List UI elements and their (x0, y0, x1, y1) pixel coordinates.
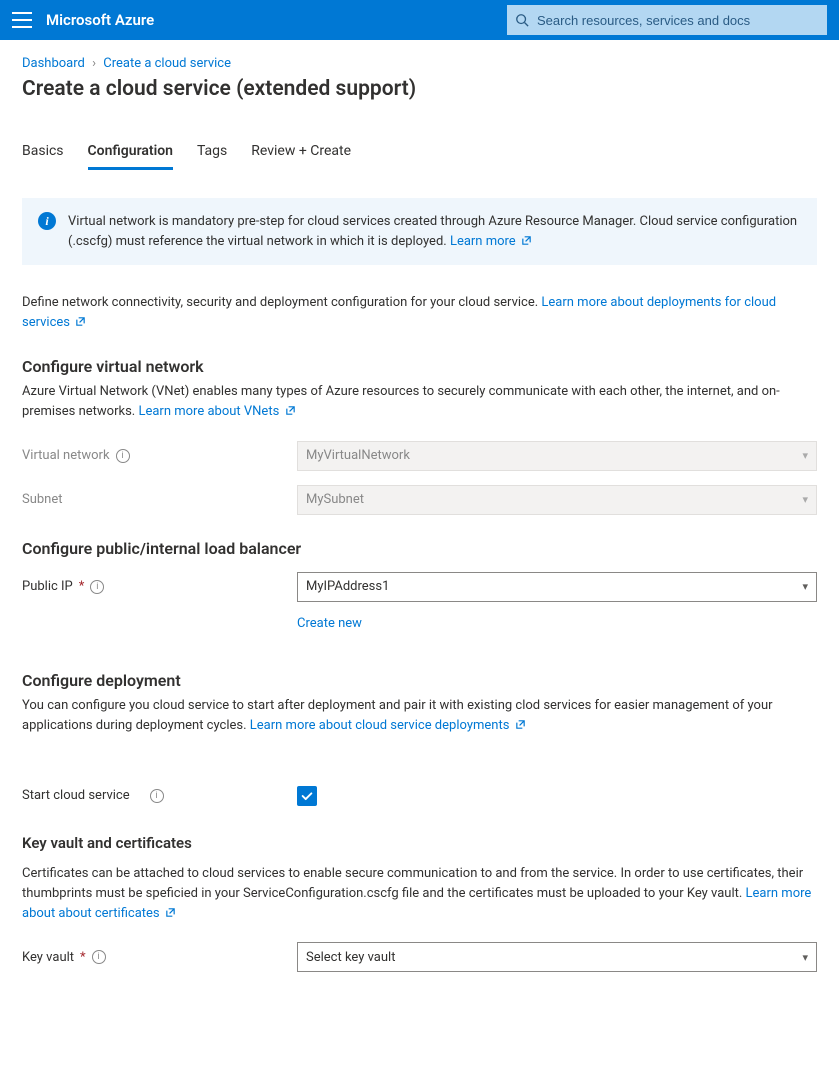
tab-review-create[interactable]: Review + Create (251, 139, 351, 170)
row-subnet: Subnet MySubnet ▾ (22, 485, 817, 515)
label-virtual-network: Virtual network i (22, 448, 297, 463)
label-subnet: Subnet (22, 492, 297, 507)
vnet-desc: Azure Virtual Network (VNet) enables man… (22, 382, 817, 422)
chevron-down-icon: ▾ (802, 449, 808, 462)
select-public-ip-value: MyIPAddress1 (306, 579, 389, 594)
required-asterisk: * (79, 579, 85, 594)
info-text: Virtual network is mandatory pre-step fo… (68, 212, 801, 251)
select-public-ip[interactable]: MyIPAddress1 ▾ (297, 572, 817, 602)
chevron-down-icon: ▾ (802, 580, 808, 593)
select-key-vault[interactable]: Select key vault ▾ (297, 942, 817, 972)
select-subnet-value: MySubnet (306, 492, 364, 507)
chevron-right-icon: › (92, 56, 96, 71)
tab-tags[interactable]: Tags (197, 139, 227, 170)
brand-label: Microsoft Azure (46, 11, 154, 29)
heading-load-balancer: Configure public/internal load balancer (22, 539, 817, 558)
search-icon (515, 13, 529, 27)
external-link-icon (75, 316, 86, 327)
deploy-desc: You can configure you cloud service to s… (22, 696, 817, 736)
intro-text: Define network connectivity, security an… (22, 293, 817, 333)
row-virtual-network: Virtual network i MyVirtualNetwork ▾ (22, 441, 817, 471)
external-link-icon (285, 405, 296, 416)
deploy-learn-more-link[interactable]: Learn more about cloud service deploymen… (250, 718, 526, 733)
label-public-ip: Public IP * i (22, 579, 297, 594)
hamburger-icon[interactable] (12, 12, 32, 28)
heading-configure-vnet: Configure virtual network (22, 357, 817, 376)
create-new-ip-link[interactable]: Create new (297, 616, 362, 631)
page-title: Create a cloud service (extended support… (22, 77, 817, 101)
breadcrumb: Dashboard › Create a cloud service (22, 56, 817, 71)
info-circle-icon[interactable]: i (90, 580, 104, 594)
external-link-icon (165, 907, 176, 918)
vnet-learn-more-link[interactable]: Learn more about VNets (138, 404, 295, 419)
row-key-vault: Key vault * i Select key vault ▾ (22, 942, 817, 972)
global-search[interactable] (507, 5, 827, 35)
info-icon: i (38, 212, 56, 230)
kv-desc: Certificates can be attached to cloud se… (22, 864, 817, 924)
top-bar: Microsoft Azure (0, 0, 839, 40)
info-circle-icon[interactable]: i (116, 449, 130, 463)
chevron-down-icon: ▾ (802, 493, 808, 506)
heading-key-vault: Key vault and certificates (22, 834, 817, 852)
breadcrumb-root[interactable]: Dashboard (22, 56, 85, 71)
label-start-service: Start cloud service i (22, 788, 297, 803)
check-icon (300, 789, 314, 803)
external-link-icon (521, 235, 532, 246)
info-learn-more-link[interactable]: Learn more (450, 234, 532, 249)
select-virtual-network: MyVirtualNetwork ▾ (297, 441, 817, 471)
chevron-down-icon: ▾ (802, 951, 808, 964)
tab-basics[interactable]: Basics (22, 139, 64, 170)
label-key-vault: Key vault * i (22, 950, 297, 965)
select-subnet: MySubnet ▾ (297, 485, 817, 515)
info-circle-icon[interactable]: i (150, 789, 164, 803)
row-public-ip: Public IP * i MyIPAddress1 ▾ (22, 572, 817, 602)
heading-deployment: Configure deployment (22, 671, 817, 690)
row-start-service: Start cloud service i (22, 786, 817, 806)
tabs: Basics Configuration Tags Review + Creat… (22, 139, 817, 170)
required-asterisk: * (80, 950, 86, 965)
breadcrumb-current[interactable]: Create a cloud service (103, 56, 231, 71)
select-key-vault-value: Select key vault (306, 950, 395, 965)
info-banner: i Virtual network is mandatory pre-step … (22, 198, 817, 265)
checkbox-start-service[interactable] (297, 786, 317, 806)
info-circle-icon[interactable]: i (92, 950, 106, 964)
search-input[interactable] (537, 13, 819, 28)
external-link-icon (515, 719, 526, 730)
select-virtual-network-value: MyVirtualNetwork (306, 448, 410, 463)
tab-configuration[interactable]: Configuration (88, 139, 173, 170)
page-content: Dashboard › Create a cloud service Creat… (0, 40, 839, 1026)
